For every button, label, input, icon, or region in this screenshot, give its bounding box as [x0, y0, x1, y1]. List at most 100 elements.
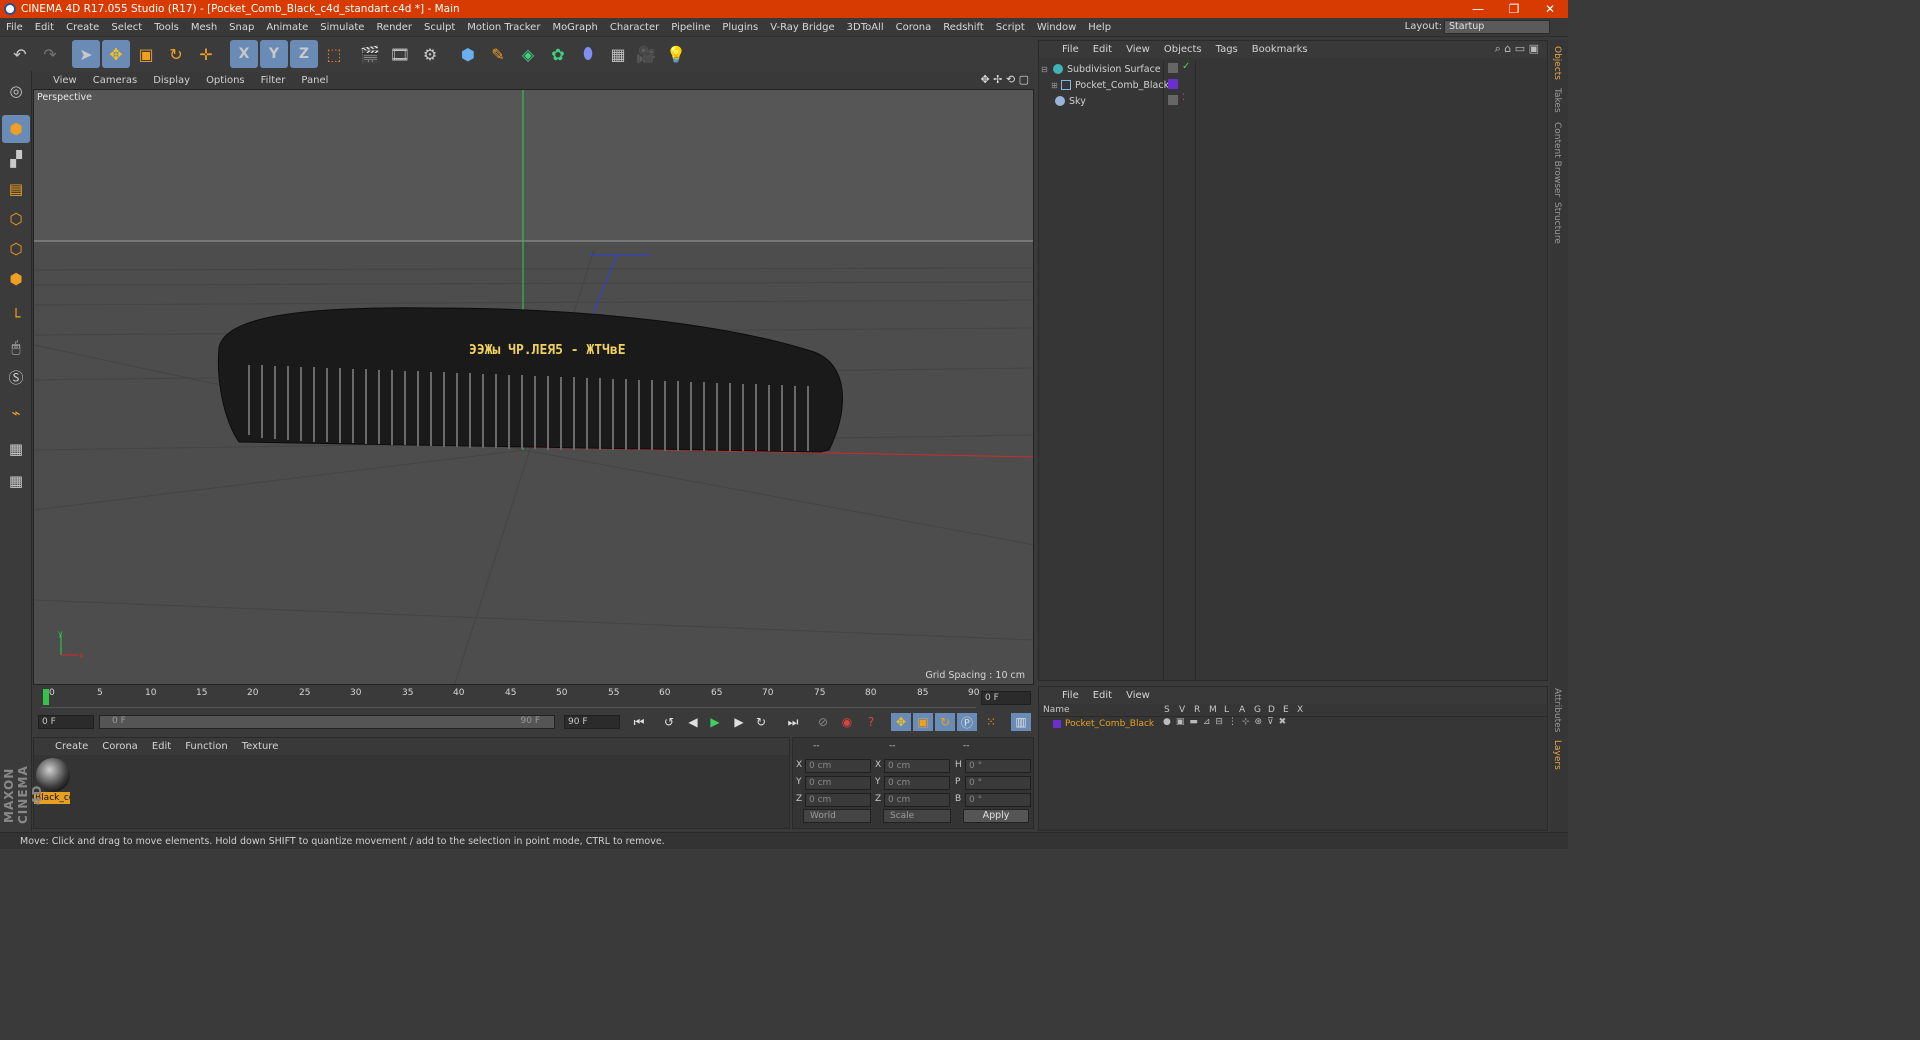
viewport-menu-filter[interactable]: Filter [253, 75, 294, 86]
z-axis-lock-button[interactable]: Z [290, 40, 318, 68]
tab-layers[interactable]: Layers [1552, 740, 1562, 770]
pos-x-field[interactable]: 0 cm [805, 759, 871, 773]
layers-menu-edit[interactable]: Edit [1086, 690, 1119, 701]
viewport-navigation-icons[interactable]: ✥ ✢ ⟲ ▢ [980, 73, 1029, 86]
objects-menu-tags[interactable]: Tags [1209, 44, 1245, 55]
objects-menu-file[interactable]: File [1055, 44, 1086, 55]
size-z-field[interactable]: 0 cm [884, 793, 950, 807]
current-frame-field[interactable]: 0 F [981, 691, 1031, 705]
max-time-field[interactable]: 90 F [564, 715, 620, 729]
menu-render[interactable]: Render [370, 22, 418, 33]
select-arrow-icon[interactable]: ➤ [72, 40, 100, 68]
light-icon[interactable]: 💡 [662, 40, 690, 68]
menu-snap[interactable]: Snap [223, 22, 260, 33]
viewport-menu-view[interactable]: View [45, 75, 85, 86]
pos-z-field[interactable]: 0 cm [805, 793, 871, 807]
cube-primitive-icon[interactable]: ⬢ [454, 40, 482, 68]
size-mode-dropdown[interactable]: Scale [883, 809, 951, 823]
menu-tools[interactable]: Tools [148, 22, 185, 33]
enabled-check-icon[interactable]: ✓ [1182, 61, 1190, 72]
layer-swatch[interactable] [1168, 95, 1178, 105]
previous-frame-icon[interactable]: ◀ [683, 713, 703, 731]
tab-attributes[interactable]: Attributes [1552, 688, 1562, 732]
subdivision-icon[interactable]: ◈ [514, 40, 542, 68]
camera-icon[interactable]: 🎥 [632, 40, 660, 68]
menu-3dtoall[interactable]: 3DToAll [841, 22, 890, 33]
layer-swatch[interactable] [1168, 63, 1178, 73]
menu-file[interactable]: File [0, 22, 29, 33]
menu-sculpt[interactable]: Sculpt [418, 22, 461, 33]
material-menu-edit[interactable]: Edit [145, 741, 178, 752]
menu-mesh[interactable]: Mesh [185, 22, 223, 33]
objects-menu-view[interactable]: View [1119, 44, 1157, 55]
snap-icon[interactable]: Ⓢ [2, 363, 30, 391]
menu-redshift[interactable]: Redshift [937, 22, 990, 33]
key-position-icon[interactable]: ✥ [891, 713, 911, 731]
size-x-field[interactable]: 0 cm [884, 759, 950, 773]
make-editable-icon[interactable]: ◎ [2, 77, 30, 105]
size-y-field[interactable]: 0 cm [884, 776, 950, 790]
y-axis-lock-button[interactable]: Y [260, 40, 288, 68]
rot-b-field[interactable]: 0 ° [965, 793, 1031, 807]
previous-key-icon[interactable]: ↺ [659, 713, 679, 731]
workplane-lock-icon[interactable]: ▦ [2, 435, 30, 463]
menu-simulate[interactable]: Simulate [314, 22, 370, 33]
menu-animate[interactable]: Animate [260, 22, 314, 33]
preview-range-slider[interactable]: 0 F 90 F [99, 715, 555, 729]
minimize-button[interactable]: — [1460, 0, 1496, 18]
menu-script[interactable]: Script [990, 22, 1031, 33]
menu-vray-bridge[interactable]: V-Ray Bridge [764, 22, 840, 33]
layer-row[interactable]: Pocket_Comb_Black [1047, 718, 1154, 730]
restore-button[interactable]: ❐ [1496, 0, 1532, 18]
menu-mograph[interactable]: MoGraph [546, 22, 603, 33]
redo-icon[interactable]: ↷ [36, 40, 64, 68]
render-settings-icon[interactable]: ⚙ [416, 40, 444, 68]
edges-mode-icon[interactable]: ⬡ [2, 235, 30, 263]
objects-search-home-icons[interactable]: ⌕ ⌂ ▭ ▣ [1495, 42, 1539, 56]
spline-pen-icon[interactable]: ✎ [484, 40, 512, 68]
menu-motion-tracker[interactable]: Motion Tracker [461, 22, 546, 33]
menu-help[interactable]: Help [1082, 22, 1117, 33]
texture-mode-icon[interactable]: ▞ [2, 145, 30, 173]
undo-icon[interactable]: ↶ [6, 40, 34, 68]
key-rotation-icon[interactable]: ↻ [935, 713, 955, 731]
apply-button[interactable]: Apply [963, 809, 1029, 823]
key-point-level-icon[interactable]: ⁙ [981, 713, 1001, 731]
viewport-menu-cameras[interactable]: Cameras [85, 75, 145, 86]
visibility-dots-icon[interactable]: ⁚ [1182, 93, 1185, 103]
play-icon[interactable]: ▶ [705, 713, 725, 731]
expand-icon[interactable]: ⊞ [1051, 81, 1059, 90]
polygons-mode-icon[interactable]: ⬢ [2, 265, 30, 293]
floor-icon[interactable]: ▦ [604, 40, 632, 68]
render-view-icon[interactable]: 🎬 [356, 40, 384, 68]
workplane-mode-icon[interactable]: ▤ [2, 175, 30, 203]
menu-plugins[interactable]: Plugins [716, 22, 764, 33]
rotate-tool-icon[interactable]: ↻ [162, 40, 190, 68]
material-menu-create[interactable]: Create [48, 741, 95, 752]
key-scale-icon[interactable]: ▣ [913, 713, 933, 731]
rot-h-field[interactable]: 0 ° [965, 759, 1031, 773]
scale-tool-icon[interactable]: ▣ [132, 40, 160, 68]
keyframe-selection-icon[interactable]: ? [861, 713, 881, 731]
menu-edit[interactable]: Edit [29, 22, 60, 33]
objects-menu-bookmarks[interactable]: Bookmarks [1245, 44, 1315, 55]
axis-mode-icon[interactable]: └ [2, 303, 30, 331]
model-mode-icon[interactable]: ⬢ [2, 115, 30, 143]
layer-toggle-icons[interactable]: ●▣▬⊿⊟⋮⊹⊛⊽✖ [1163, 717, 1291, 727]
menu-corona[interactable]: Corona [890, 22, 938, 33]
object-row-pocket-comb[interactable]: ⊞ Pocket_Comb_Black [1051, 77, 1169, 93]
layer-color-swatch[interactable] [1053, 720, 1061, 728]
mograph-cloner-icon[interactable]: ✿ [544, 40, 572, 68]
go-to-start-icon[interactable]: ⏮ [629, 713, 649, 731]
layers-menu-view[interactable]: View [1119, 690, 1157, 701]
render-picture-viewer-icon[interactable]: 🎞 [386, 40, 414, 68]
layer-name[interactable]: Pocket_Comb_Black [1065, 719, 1154, 729]
material-menu-function[interactable]: Function [178, 741, 235, 752]
objects-menu-edit[interactable]: Edit [1086, 44, 1119, 55]
menu-select[interactable]: Select [105, 22, 148, 33]
points-mode-icon[interactable]: ⬡ [2, 205, 30, 233]
move-tool-icon[interactable]: ✥ [102, 40, 130, 68]
coordinate-space-dropdown[interactable]: World [803, 809, 871, 823]
menu-pipeline[interactable]: Pipeline [665, 22, 716, 33]
perspective-viewport[interactable]: ЭЭЖы ЧР.ЛЕЯ5 - ЖТЧвЕ y x Perspective Gri… [33, 89, 1034, 685]
